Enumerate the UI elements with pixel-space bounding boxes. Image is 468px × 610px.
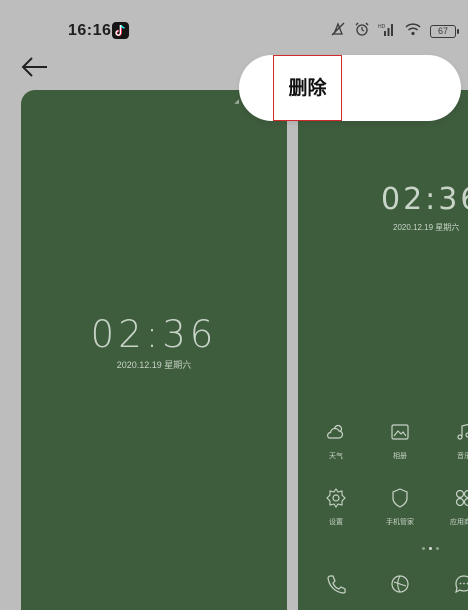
browser-icon — [389, 573, 411, 595]
home-preview-time: 02:36 — [381, 182, 468, 217]
message-icon — [453, 573, 468, 595]
homescreen-preview-card[interactable]: 02:36 2020.12.19 星期六 天气 相册 音乐 设置 — [298, 90, 468, 610]
gallery-icon — [389, 421, 411, 443]
delete-button[interactable]: 删除 — [273, 55, 342, 121]
app-label: 应用商店 — [450, 519, 468, 526]
app-weather[interactable]: 天气 — [316, 421, 356, 461]
app-label: 设置 — [329, 519, 343, 526]
app-phone-manager[interactable]: 手机管家 — [380, 487, 420, 527]
svg-text:HD: HD — [378, 24, 386, 30]
status-time: 16:16 — [68, 22, 112, 39]
home-preview-date: 2020.12.19 星期六 — [393, 223, 460, 232]
vibrate-icon — [330, 21, 346, 42]
wifi-icon — [404, 21, 422, 42]
page-indicator — [422, 547, 439, 550]
app-label: 相册 — [393, 453, 407, 460]
back-arrow-icon[interactable] — [20, 55, 50, 79]
status-icons: HD 67 — [330, 21, 459, 42]
tiktok-icon — [112, 22, 129, 39]
screen: 16:16 HD 67 ◢ 02:36 2020.12.19 星期六 02:3 … — [0, 0, 468, 610]
lock-preview-date: 2020.12.19 星期六 — [116, 360, 192, 370]
gear-icon — [325, 487, 347, 509]
alarm-icon — [354, 21, 370, 42]
mini-signal-icon: ◢ — [234, 99, 239, 105]
app-label: 手机管家 — [386, 519, 414, 526]
app-label: 天气 — [329, 453, 343, 460]
app-music[interactable]: 音乐 — [444, 421, 468, 461]
lockscreen-preview-card[interactable]: ◢ 02:36 2020.12.19 星期六 — [21, 90, 287, 610]
battery-icon: 67 — [430, 24, 459, 38]
page-dot-active — [429, 547, 432, 550]
app-settings[interactable]: 设置 — [316, 487, 356, 527]
page-dot — [436, 547, 439, 550]
dock-phone[interactable] — [316, 573, 356, 595]
shield-icon — [389, 487, 411, 509]
page-dot — [422, 547, 425, 550]
phone-icon — [325, 573, 347, 595]
app-store-icon — [453, 487, 468, 509]
lock-preview-time: 02:36 — [90, 313, 218, 356]
dock-browser[interactable] — [380, 573, 420, 595]
app-gallery[interactable]: 相册 — [380, 421, 420, 461]
app-label: 音乐 — [457, 453, 468, 460]
music-icon — [453, 421, 468, 443]
signal-icon: HD — [378, 21, 396, 42]
action-popup: 删除 — [239, 55, 461, 121]
dock-messages[interactable] — [444, 573, 468, 595]
weather-icon — [325, 421, 347, 443]
app-store[interactable]: 应用商店 — [444, 487, 468, 527]
status-bar: 16:16 HD 67 — [0, 0, 468, 52]
